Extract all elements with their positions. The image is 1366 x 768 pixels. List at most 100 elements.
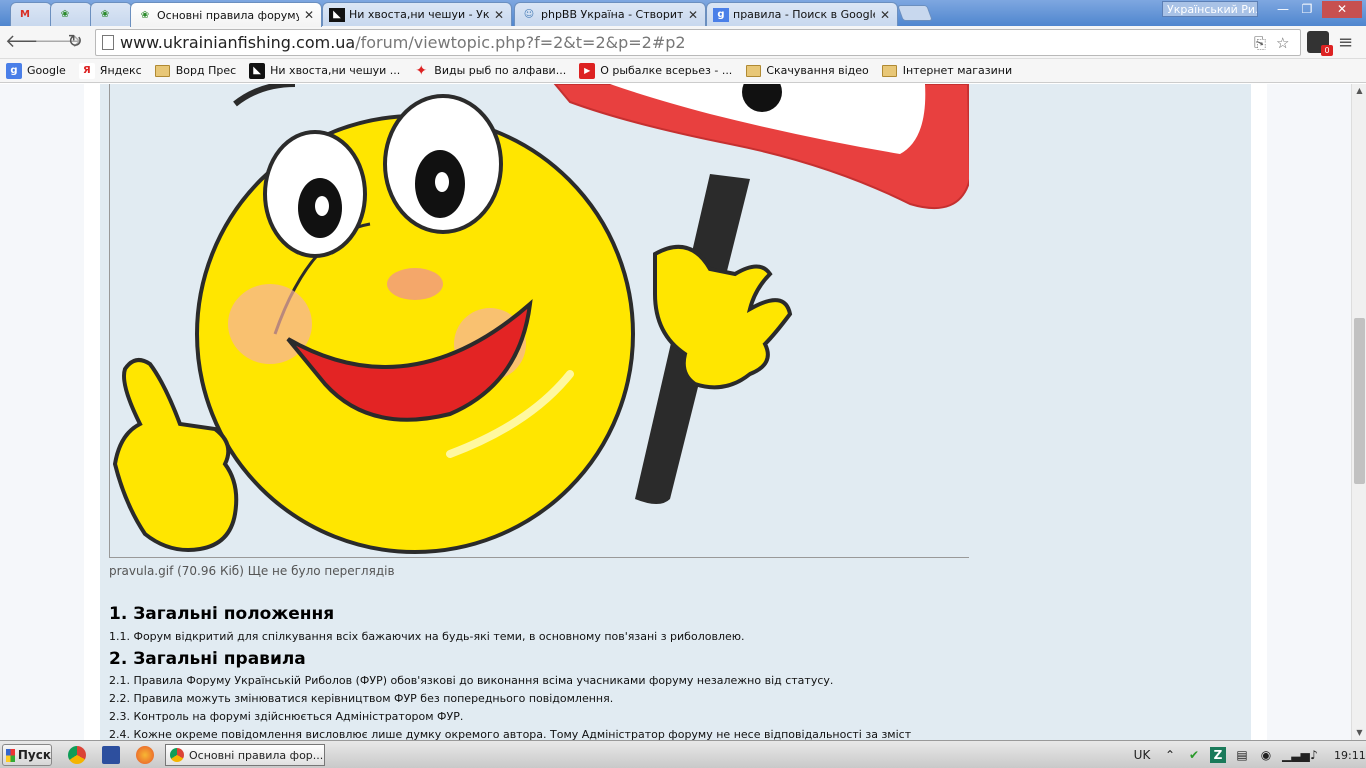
folder-icon — [155, 63, 171, 79]
bookmark-google[interactable]: g Google — [6, 62, 66, 79]
bookmark-star-icon[interactable]: ☆ — [1276, 34, 1289, 52]
page-scrollbar[interactable]: ▲ ▼ — [1351, 84, 1366, 740]
gmail-icon: M — [20, 9, 30, 20]
scroll-thumb[interactable] — [1354, 318, 1365, 484]
scroll-up-icon[interactable]: ▲ — [1352, 84, 1366, 98]
firefox-icon[interactable] — [136, 746, 154, 764]
save-icon[interactable] — [102, 746, 120, 764]
tab-gmail[interactable]: M — [10, 2, 52, 26]
profile-label[interactable]: Український Ри... — [1162, 1, 1258, 17]
bookmark-label: О рыбалке всерьез - ... — [600, 64, 733, 77]
media-icon[interactable]: ◉ — [1258, 747, 1274, 763]
bookmark-label: Скачування відео — [766, 64, 869, 77]
url-host: www.ukrainianfishing.com.ua — [120, 33, 356, 52]
forum-icon: ❀ — [100, 9, 110, 20]
rule-2-3: 2.3. Контроль на форумі здійснюється Адм… — [109, 710, 464, 723]
tab-google-search[interactable]: g правила - Поиск в Google ✕ — [706, 2, 898, 26]
bookmark-label: Google — [27, 64, 66, 77]
tab-forum-2[interactable]: ❀ — [50, 2, 92, 26]
translate-icon[interactable]: ⎘ — [1254, 34, 1266, 52]
url-path: /forum/viewtopic.php?f=2&t=2&p=2#p2 — [355, 33, 686, 52]
rule-2-2: 2.2. Правила можуть змінюватися керівниц… — [109, 692, 614, 705]
tab-title: Основні правила форуму "У — [157, 8, 299, 22]
bookmark-shops[interactable]: Інтернет магазини — [882, 63, 1012, 79]
bookmark-label: Ворд Прес — [175, 64, 237, 77]
google-icon: g — [713, 7, 729, 22]
rule-1-1: 1.1. Форум відкритий для спілкування всі… — [109, 630, 745, 643]
taskbar-window-chrome[interactable]: Основні правила фор... — [165, 744, 325, 766]
forum-icon: ❀ — [60, 9, 70, 20]
clock[interactable]: 19:11 — [1334, 749, 1366, 762]
url-text[interactable]: www.ukrainianfishing.com.ua/forum/viewto… — [120, 33, 686, 52]
close-tab-icon[interactable]: ✕ — [879, 8, 891, 22]
taskbar-window-title: Основні правила фор... — [189, 748, 324, 762]
close-tab-icon[interactable]: ✕ — [687, 8, 699, 22]
toolbar: 🡐 🡒 ↻ www.ukrainianfishing.com.ua/forum/… — [0, 26, 1366, 59]
back-button[interactable]: 🡐 — [5, 31, 53, 55]
rule-2-4: 2.4. Кожне окреме повідомлення висловлює… — [109, 728, 912, 740]
attachment-image[interactable] — [109, 84, 969, 558]
google-icon: g — [6, 62, 22, 79]
tab-phpbb[interactable]: ☺ phpBB Україна - Створити п ✕ — [514, 2, 706, 26]
bookmark-fish-types[interactable]: ✦ Виды рыб по алфави... — [413, 63, 566, 79]
folder-icon — [745, 63, 761, 79]
tab-strip: M ❀ ❀ ❀ Основні правила форуму "У ✕ ◣ Ни… — [0, 0, 1366, 27]
system-tray: UK ⌃ ✔ Z ▤ ◉ ▁▃▅ ♪ 19:11 — [1130, 744, 1366, 766]
tab-active-rules[interactable]: ❀ Основні правила форуму "У ✕ — [130, 2, 322, 27]
scroll-down-icon[interactable]: ▼ — [1352, 726, 1366, 740]
bookmark-yandex[interactable]: Я Яндекс — [78, 62, 142, 79]
volume-icon[interactable]: ♪ — [1306, 747, 1322, 763]
reload-button[interactable]: ↻ — [63, 31, 87, 55]
fish-site-icon: ◣ — [329, 7, 345, 22]
taskbar: Пуск Основні правила фор... UK ⌃ ✔ Z ▤ ◉… — [0, 740, 1366, 768]
restore-button[interactable]: ❐ — [1294, 1, 1320, 18]
security-icon[interactable]: ✔ — [1186, 747, 1202, 763]
page-icon — [102, 35, 114, 50]
address-bar[interactable]: www.ukrainianfishing.com.ua/forum/viewto… — [95, 29, 1301, 56]
menu-icon[interactable]: ≡ — [1338, 32, 1353, 53]
close-tab-icon[interactable]: ✕ — [493, 8, 505, 22]
start-button[interactable]: Пуск — [2, 744, 52, 766]
bookmark-youtube[interactable]: ▶ О рыбалке всерьез - ... — [579, 62, 733, 79]
section-2-title: 2. Загальні правила — [109, 649, 306, 669]
minimize-button[interactable]: — — [1270, 1, 1296, 18]
windows-flag-icon — [6, 748, 15, 762]
web-page: pravula.gif (70.96 Кіб) Ще не було перег… — [0, 84, 1351, 740]
close-tab-icon[interactable]: ✕ — [303, 8, 315, 22]
tab-forum-3[interactable]: ❀ — [90, 2, 132, 26]
rule-2-1: 2.1. Правила Форуму Українській Риболов … — [109, 674, 834, 687]
new-tab-button[interactable] — [897, 5, 933, 21]
extension-badge: 0 — [1321, 45, 1333, 56]
extension-icon[interactable]: 0 — [1307, 31, 1333, 56]
network-signal-icon[interactable]: ▁▃▅ — [1282, 747, 1310, 763]
bookmark-fish-site[interactable]: ◣ Ни хвоста,ни чешуи ... — [249, 62, 401, 79]
tab-title: Ни хвоста,ни чешуи - Украї — [349, 8, 489, 21]
tab-fish-site[interactable]: ◣ Ни хвоста,ни чешуи - Украї ✕ — [322, 2, 512, 26]
forum-icon: ❀ — [140, 9, 150, 21]
language-indicator[interactable]: UK — [1130, 747, 1154, 763]
bookmark-video-download[interactable]: Скачування відео — [745, 63, 869, 79]
fish-site-icon: ◣ — [249, 62, 266, 79]
section-1-title: 1. Загальні положення — [109, 604, 335, 624]
folder-icon — [882, 63, 898, 79]
start-label: Пуск — [17, 748, 51, 762]
bookmarks-bar: g Google Я Яндекс Ворд Прес ◣ Ни хвоста,ни … — [0, 59, 1366, 83]
forward-button[interactable]: 🡒 — [34, 31, 82, 55]
chrome-icon — [170, 748, 184, 762]
clipboard-icon[interactable]: ▤ — [1234, 747, 1250, 763]
phpbb-icon: ☺ — [523, 9, 535, 20]
bookmark-label: Виды рыб по алфави... — [434, 64, 567, 77]
tab-title: phpBB Україна - Створити п — [541, 8, 683, 21]
bookmark-label: Інтернет магазини — [902, 64, 1013, 77]
fish-icon: ✦ — [415, 62, 428, 79]
z-app-icon[interactable]: Z — [1210, 747, 1226, 763]
attachment-caption: pravula.gif (70.96 Кіб) Ще не було перег… — [109, 564, 395, 578]
bookmark-label: Яндекс — [99, 64, 142, 77]
chrome-launcher-icon[interactable] — [68, 746, 86, 764]
youtube-icon: ▶ — [579, 62, 596, 79]
bookmark-label: Ни хвоста,ни чешуи ... — [270, 64, 401, 77]
yandex-icon: Я — [78, 62, 95, 79]
bookmark-word-press[interactable]: Ворд Прес — [155, 63, 236, 79]
tray-expand-icon[interactable]: ⌃ — [1162, 747, 1178, 763]
close-window-button[interactable]: ✕ — [1322, 1, 1362, 18]
